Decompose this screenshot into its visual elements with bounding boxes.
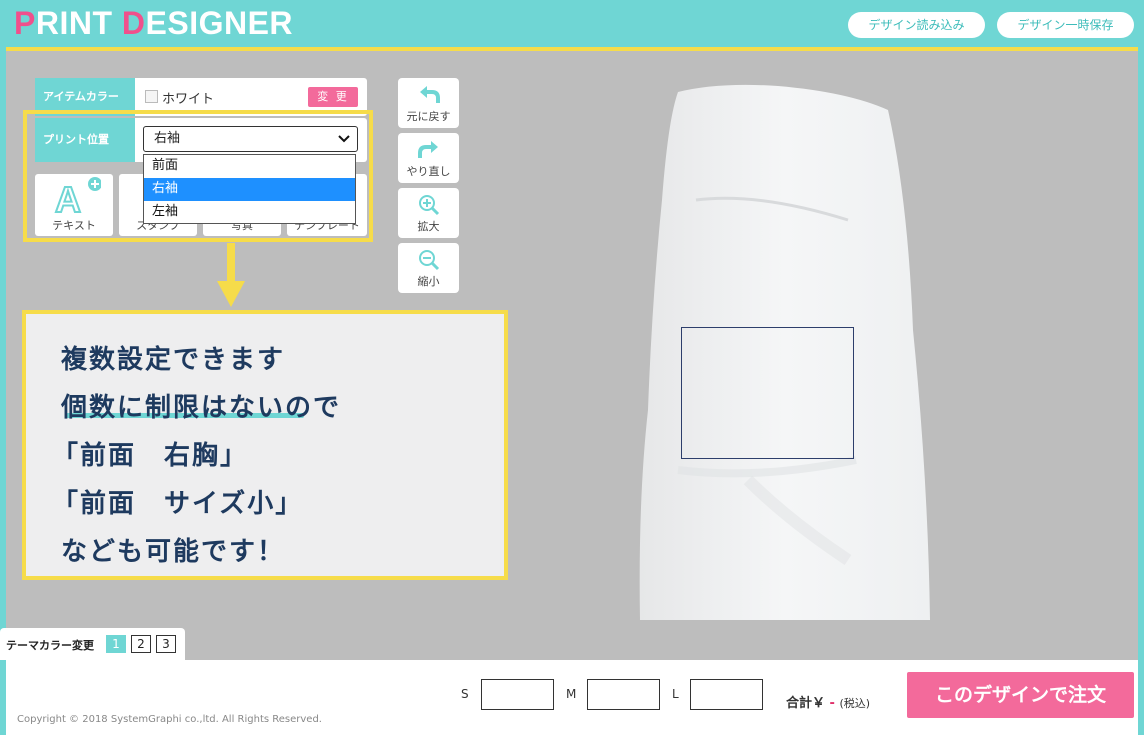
theme-color-tab: テーマカラー変更 1 2 3 <box>0 628 185 660</box>
theme-color-label: テーマカラー変更 <box>6 639 94 652</box>
zoom-out-icon <box>419 250 440 271</box>
tax-note: (税込) <box>839 697 871 710</box>
total-value: - <box>829 696 835 711</box>
redo-button[interactable]: やり直し <box>398 133 459 183</box>
zoom-in-button[interactable]: 拡大 <box>398 188 459 238</box>
size-s-label: S <box>461 687 469 701</box>
redo-label: やり直し <box>406 165 451 178</box>
theme-option-2[interactable]: 2 <box>131 635 151 653</box>
theme-option-1[interactable]: 1 <box>106 635 126 653</box>
theme-option-3[interactable]: 3 <box>156 635 176 653</box>
app-header: PRINT DESIGNER デザイン読み込み デザイン一時保存 <box>0 0 1144 47</box>
size-m-quantity-input[interactable] <box>587 679 660 710</box>
down-arrow-icon <box>217 243 245 307</box>
item-color-value: ホワイト <box>162 92 215 107</box>
callout-line: 個数に制限はないので <box>61 393 342 423</box>
copyright-text: Copyright © 2018 SystemGraphi co.,ltd. A… <box>17 714 322 725</box>
callout-line: 「前面 右胸」 <box>52 441 249 471</box>
total-price: 合計￥ - (税込) <box>786 692 870 711</box>
undo-button[interactable]: 元に戻す <box>398 78 459 128</box>
redo-icon <box>418 141 438 158</box>
callout-line: なども可能です！ <box>61 537 286 567</box>
size-l-quantity-input[interactable] <box>690 679 763 710</box>
undo-icon <box>420 86 440 103</box>
annotation-callout: 複数設定できます 個数に制限はないので 「前面 右胸」 「前面 サイズ小」 など… <box>22 310 508 580</box>
save-design-button[interactable]: デザイン一時保存 <box>997 12 1134 38</box>
load-design-button[interactable]: デザイン読み込み <box>848 12 985 38</box>
change-color-button[interactable]: 変 更 <box>308 87 358 107</box>
print-area-frame[interactable] <box>681 327 854 459</box>
undo-label: 元に戻す <box>406 110 451 123</box>
zoom-out-label: 縮小 <box>417 275 440 288</box>
callout-line: 複数設定できます <box>61 345 286 375</box>
zoom-in-label: 拡大 <box>417 220 440 233</box>
app-logo: PRINT DESIGNER <box>14 5 294 41</box>
total-label: 合計￥ <box>786 696 826 711</box>
color-swatch <box>145 90 158 103</box>
order-button[interactable]: このデザインで注文 <box>907 672 1134 718</box>
zoom-out-button[interactable]: 縮小 <box>398 243 459 293</box>
zoom-in-icon <box>419 195 440 216</box>
size-m-label: M <box>566 687 577 701</box>
highlight-frame <box>23 110 373 242</box>
size-s-quantity-input[interactable] <box>481 679 554 710</box>
size-l-label: L <box>672 687 679 701</box>
callout-line: 「前面 サイズ小」 <box>52 489 304 519</box>
